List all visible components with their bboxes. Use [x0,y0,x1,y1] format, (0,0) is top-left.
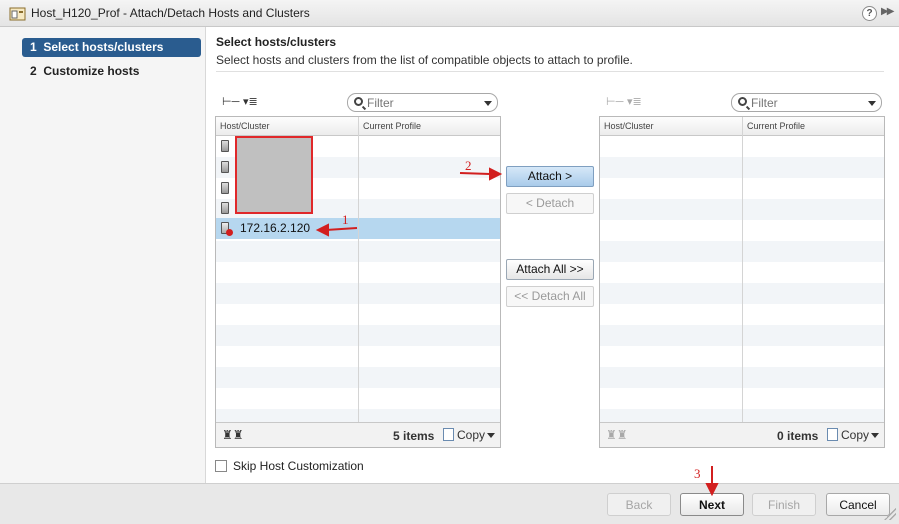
annotation-layer [315,167,719,497]
annotation-arrowhead-1 [315,223,329,237]
annotation-arrowhead-2 [489,167,503,181]
annotation-label-3: 3 [694,466,701,481]
annotation-label-1: 1 [342,212,349,227]
annotation-arrowhead-3 [705,483,719,497]
annotation-arrow-1 [325,227,358,231]
annotation-label-2: 2 [465,158,472,173]
